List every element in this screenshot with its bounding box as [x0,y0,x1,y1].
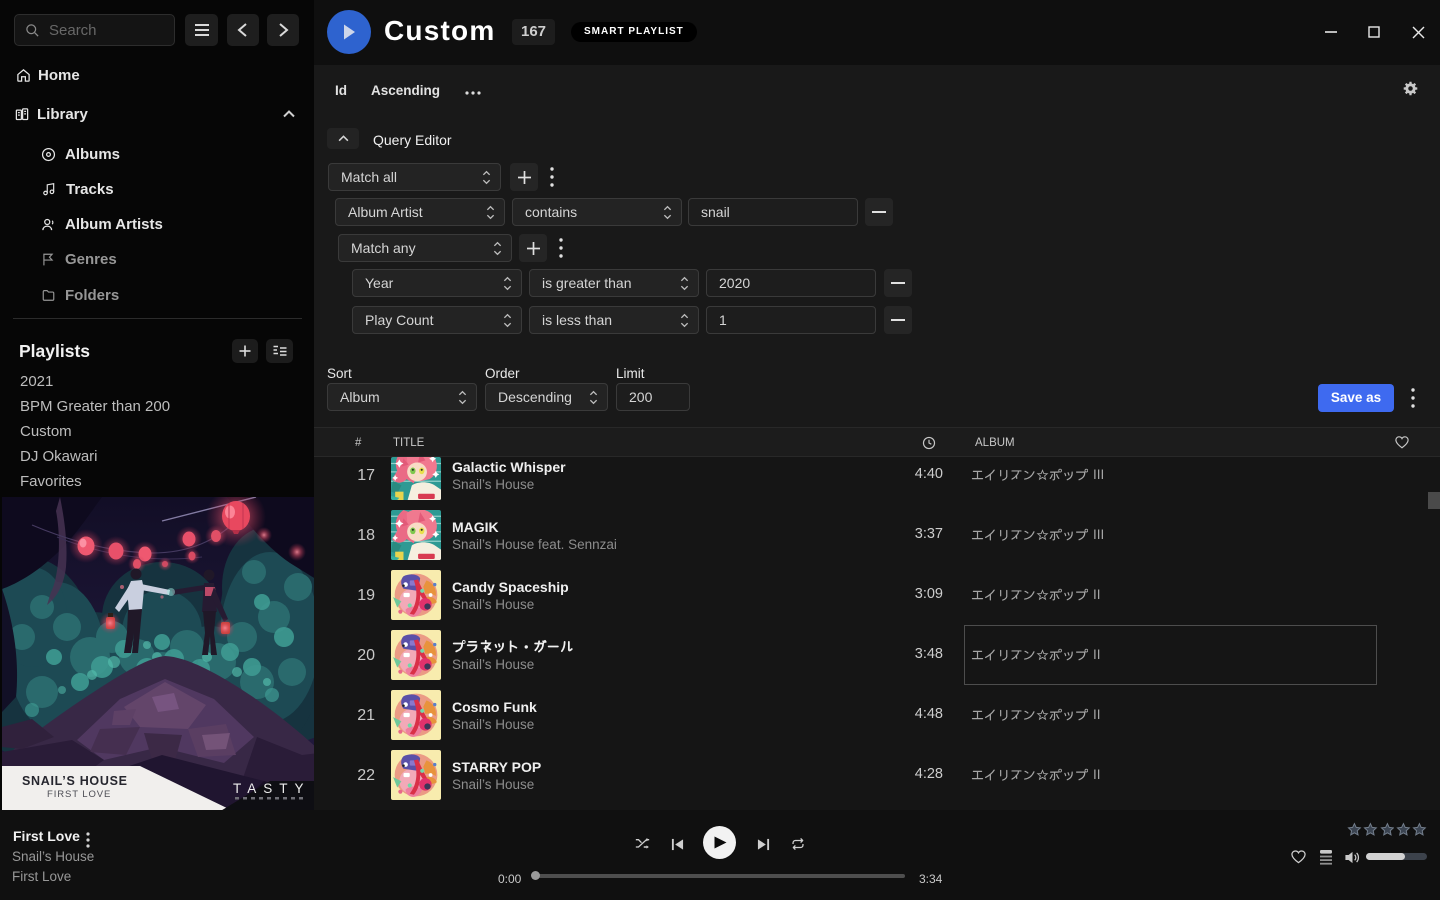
svg-text:FIRST LOVE: FIRST LOVE [47,789,111,800]
svg-text:SNAIL’S HOUSE: SNAIL’S HOUSE [22,774,128,788]
svg-text:TASTY: TASTY [233,781,311,796]
